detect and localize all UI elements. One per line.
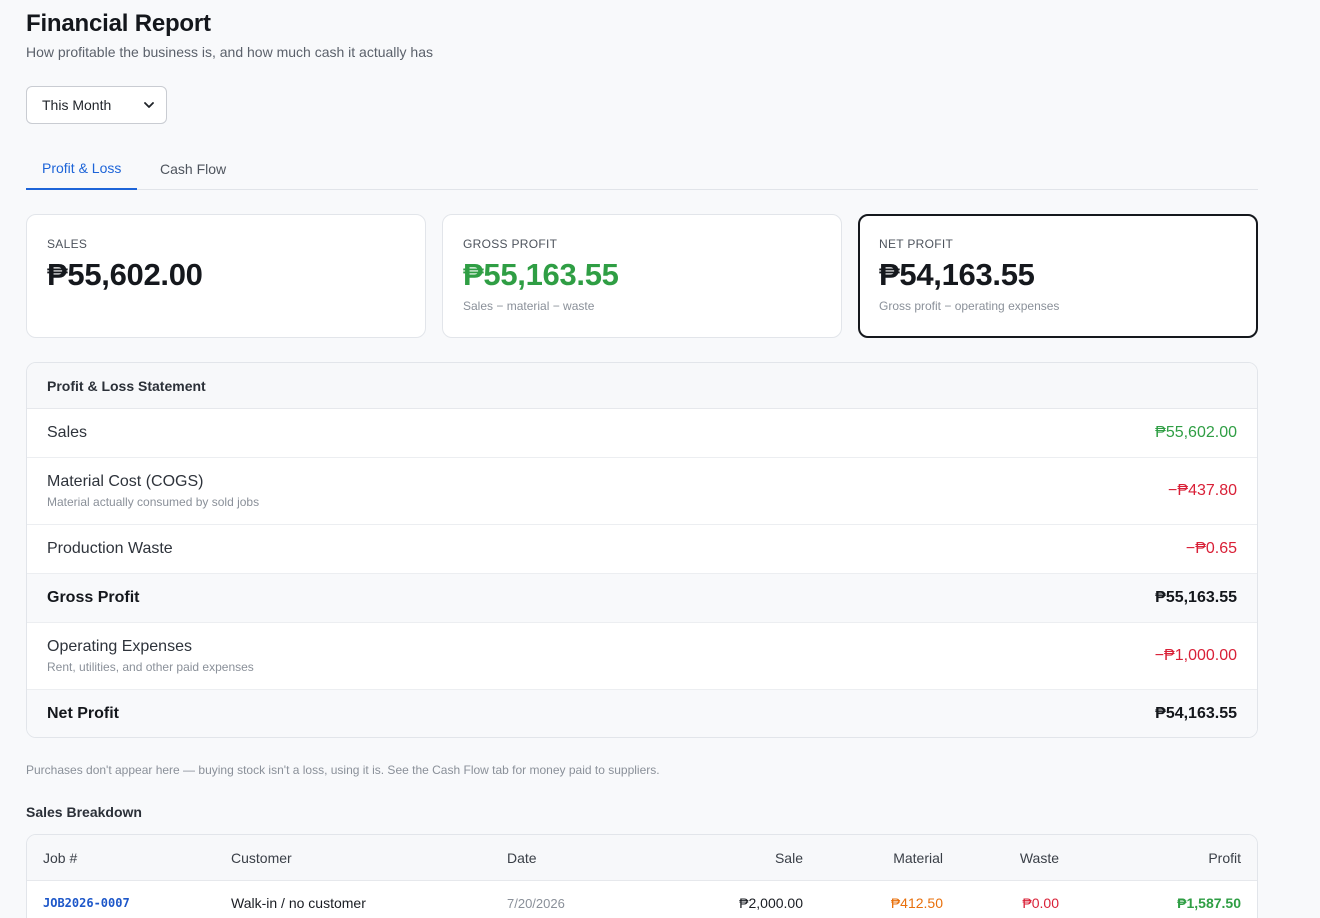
chevron-down-icon [144,100,154,110]
statement-row-label: Production Waste [47,540,173,557]
column-header-profit[interactable]: Profit [1091,835,1241,880]
tab-profit-loss[interactable]: Profit & Loss [26,148,138,190]
table-row: JOB2026-0007 Walk-in / no customer 7/20/… [27,881,1257,918]
report-tabs: Profit & Loss Cash Flow [26,148,1258,190]
column-header-date[interactable]: Date [507,835,537,880]
statement-row-material-cost: Material Cost (COGS) Material actually c… [27,458,1257,525]
statement-row-label: Sales [47,424,88,441]
sales-breakdown-table: Job # Customer Date Sale Material Waste … [26,834,1258,918]
sales-card: SALES ₱55,602.00 [26,214,426,338]
statement-row-note: Material actually consumed by sold jobs [47,495,260,509]
sales-breakdown-title: Sales Breakdown [26,804,142,820]
statement-row-label: Gross Profit [47,589,140,606]
profit-cell: ₱1,587.50 [1177,895,1241,911]
period-select[interactable]: This Month [26,86,167,124]
column-header-job[interactable]: Job # [43,835,77,880]
gross-profit-card-value: ₱55,163.55 [463,257,619,292]
statement-row-amount: ₱54,163.55 [1155,705,1237,722]
statement-row-net-profit: Net Profit ₱54,163.55 [27,690,1257,737]
page-subtitle: How profitable the business is, and how … [26,44,433,60]
sales-card-label: SALES [47,237,88,251]
column-header-customer[interactable]: Customer [231,835,292,880]
purchases-footnote: Purchases don't appear here — buying sto… [26,763,660,777]
statement-row-production-waste: Production Waste −₱0.65 [27,525,1257,574]
statement-row-amount: ₱55,163.55 [1155,589,1237,606]
gross-profit-card: GROSS PROFIT ₱55,163.55 Sales − material… [442,214,842,338]
sales-card-value: ₱55,602.00 [47,257,203,292]
table-header-row: Job # Customer Date Sale Material Waste … [27,835,1257,881]
net-profit-card-formula: Gross profit − operating expenses [879,299,1060,313]
net-profit-card-value: ₱54,163.55 [879,257,1035,292]
statement-row-amount: −₱437.80 [1168,482,1237,499]
column-header-waste[interactable]: Waste [943,835,1059,880]
statement-row-amount: ₱55,602.00 [1155,424,1237,441]
customer-cell: Walk-in / no customer [231,895,366,911]
net-profit-card: NET PROFIT ₱54,163.55 Gross profit − ope… [858,214,1258,338]
waste-cell: ₱0.00 [1022,895,1059,911]
statement-row-operating-expenses: Operating Expenses Rent, utilities, and … [27,623,1257,690]
period-select-value: This Month [42,97,112,113]
job-number-link[interactable]: JOB2026-0007 [43,896,130,910]
material-cell: ₱412.50 [890,895,943,911]
gross-profit-card-label: GROSS PROFIT [463,237,558,251]
page-title: Financial Report [26,10,211,37]
statement-row-label: Material Cost (COGS) [47,473,204,490]
statement-row-label: Net Profit [47,705,119,722]
statement-title: Profit & Loss Statement [27,363,1257,409]
statement-row-amount: −₱1,000.00 [1154,647,1237,664]
statement-row-note: Rent, utilities, and other paid expenses [47,660,254,674]
net-profit-card-label: NET PROFIT [879,237,954,251]
column-header-sale[interactable]: Sale [687,835,803,880]
gross-profit-card-formula: Sales − material − waste [463,299,595,313]
sale-cell: ₱2,000.00 [739,895,803,911]
profit-loss-statement: Profit & Loss Statement Sales ₱55,602.00… [26,362,1258,738]
tab-cash-flow[interactable]: Cash Flow [160,148,226,190]
date-cell: 7/20/2026 [507,895,565,911]
statement-row-amount: −₱0.65 [1185,540,1237,557]
statement-row-label: Operating Expenses [47,638,192,655]
column-header-material[interactable]: Material [827,835,943,880]
statement-row-gross-profit: Gross Profit ₱55,163.55 [27,574,1257,623]
statement-row-sales: Sales ₱55,602.00 [27,409,1257,458]
